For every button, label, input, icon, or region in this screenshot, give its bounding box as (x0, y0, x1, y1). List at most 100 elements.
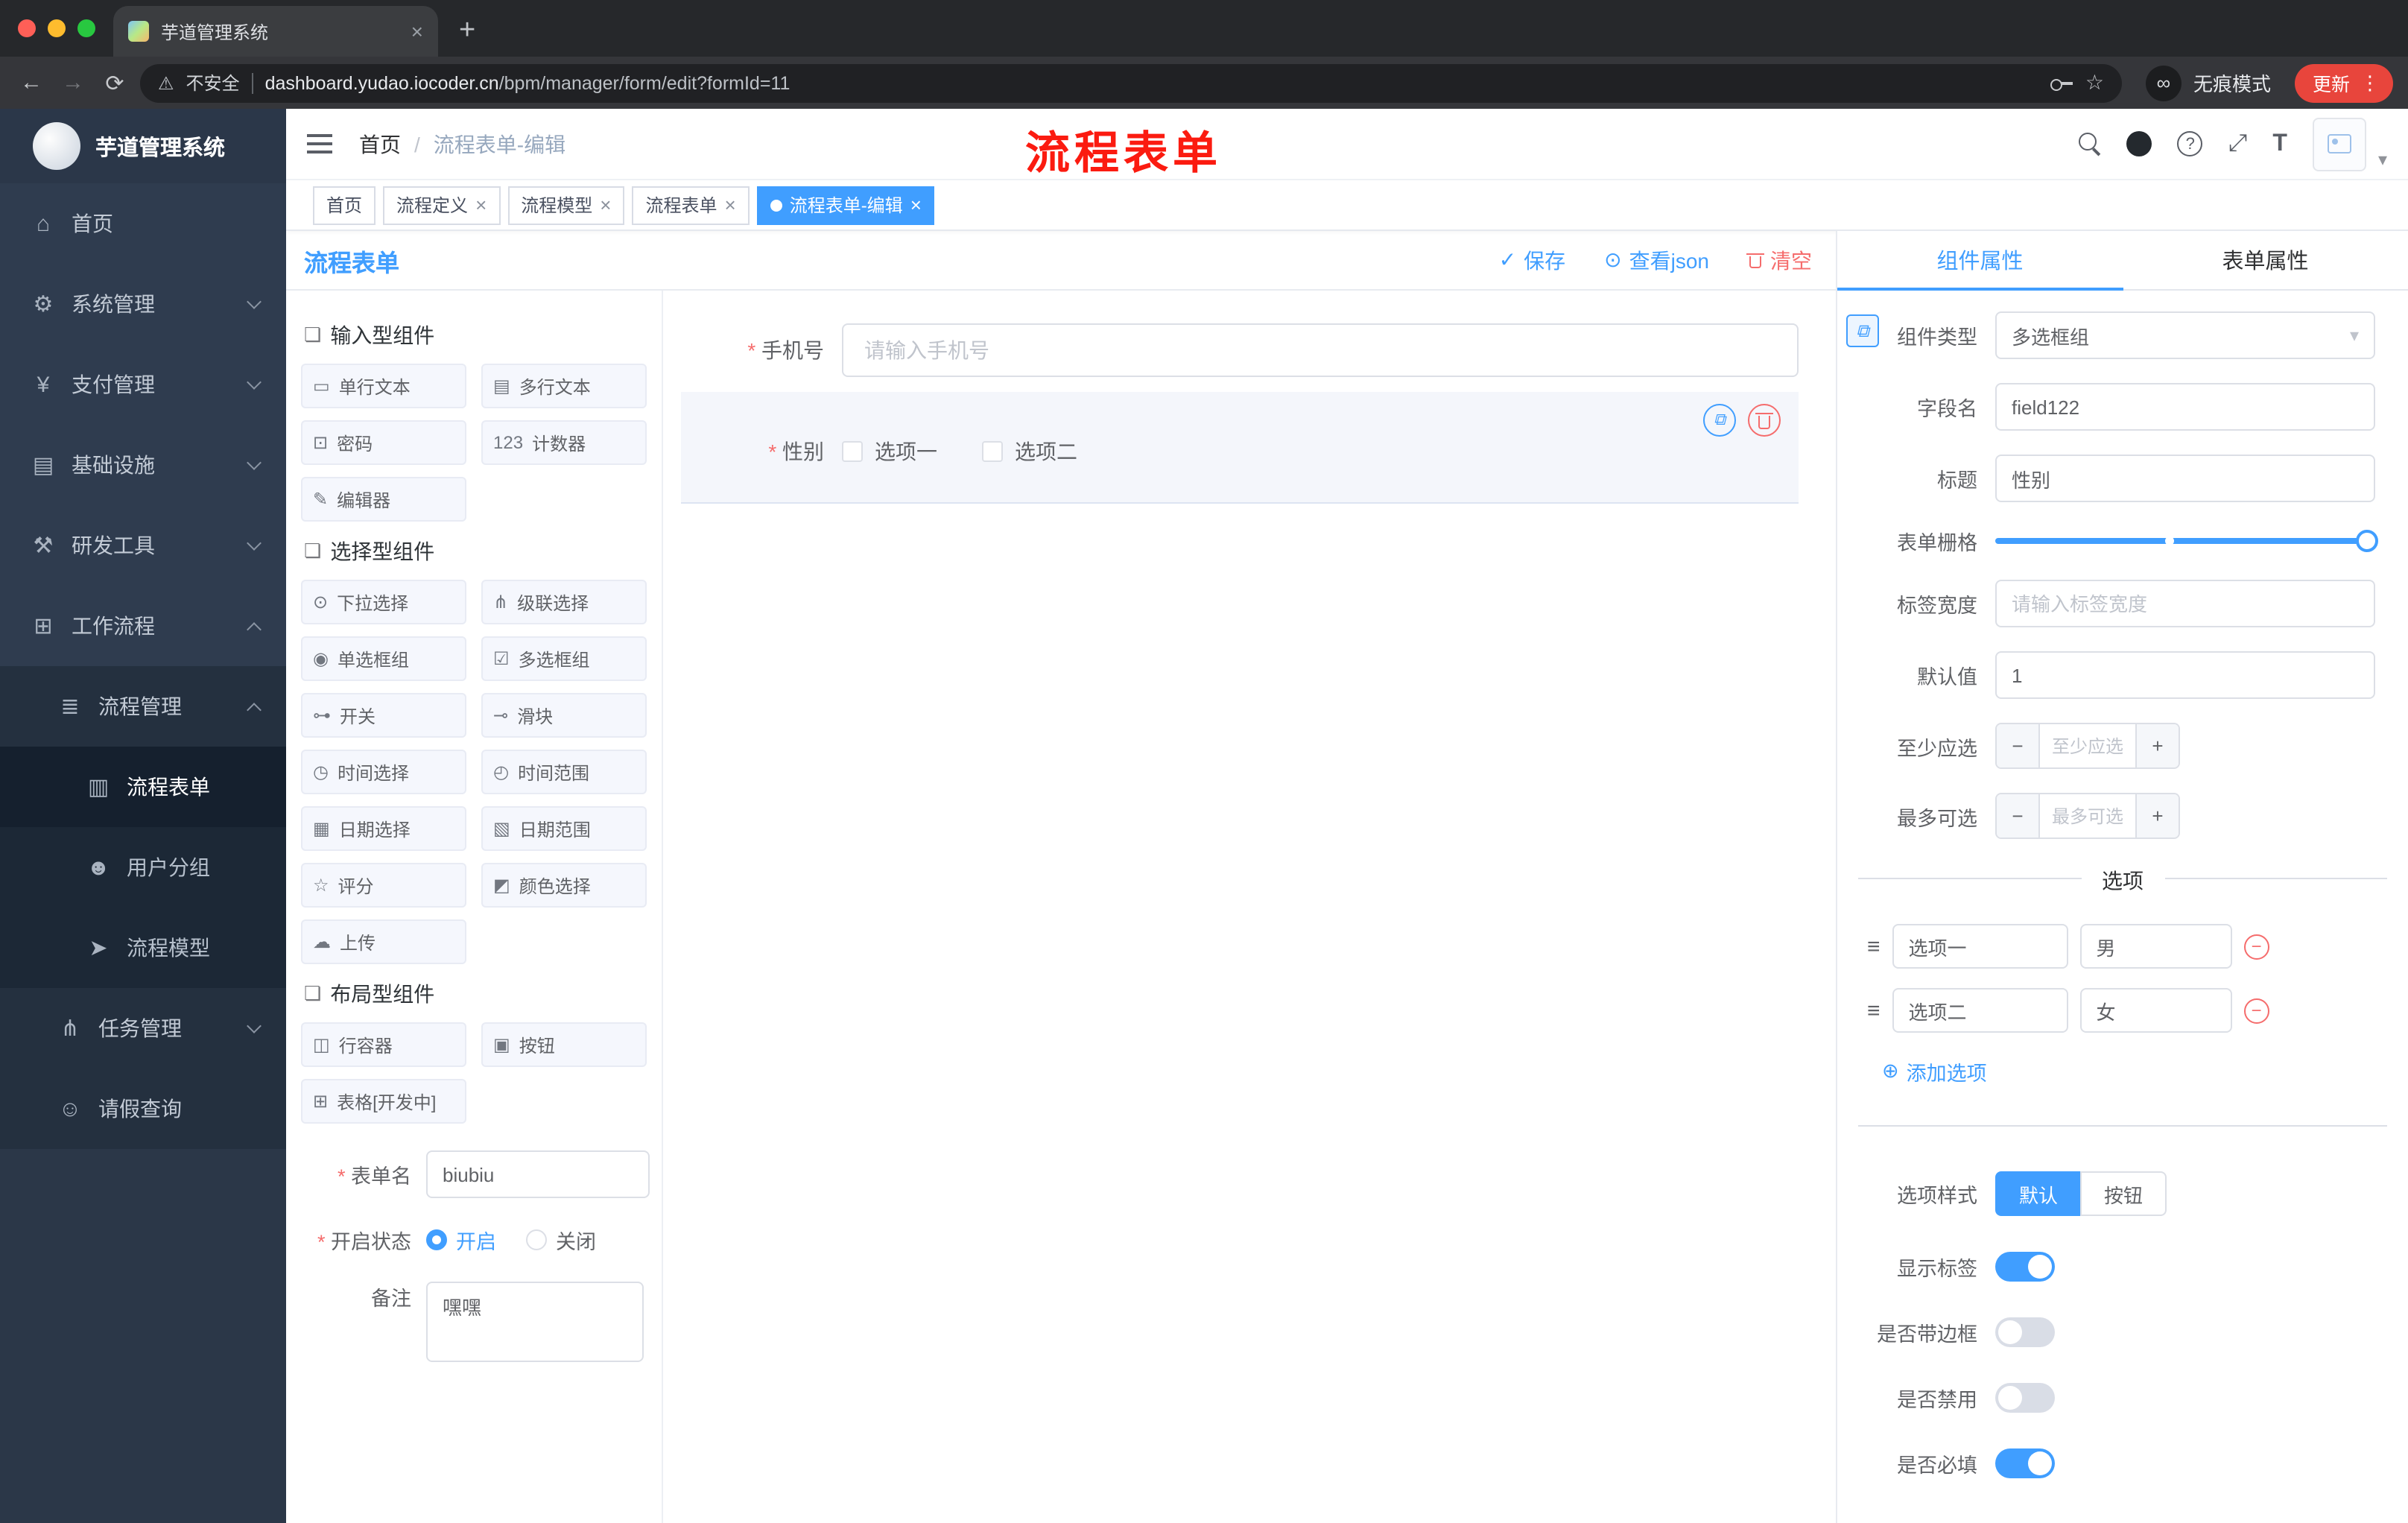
save-button[interactable]: ✓ 保存 (1499, 245, 1565, 275)
phone-input[interactable] (842, 323, 1799, 377)
sidebar-item-dev-tools[interactable]: ⚒ 研发工具 (0, 505, 286, 586)
palette-item-multi-line-text[interactable]: ▤ 多行文本 (481, 364, 647, 408)
option-value-input[interactable] (2079, 924, 2232, 969)
style-button-button[interactable]: 按钮 (2080, 1171, 2167, 1216)
bookmark-star-icon[interactable]: ☆ (2085, 70, 2104, 95)
avatar[interactable] (2312, 117, 2366, 171)
form-field-gender-selected[interactable]: ⧉ 性别 选项一 选项二 (681, 392, 1799, 504)
reload-button[interactable]: ⟳ (98, 69, 131, 96)
max-select-input[interactable] (2040, 794, 2135, 838)
copy-component-button[interactable]: ⧉ (1703, 404, 1736, 437)
field-name-input[interactable] (1995, 383, 2375, 431)
delete-component-button[interactable] (1748, 404, 1781, 437)
view-json-button[interactable]: ⊙ 查看json (1604, 245, 1709, 275)
palette-item-row-container[interactable]: ◫ 行容器 (301, 1022, 466, 1067)
avatar-caret-icon[interactable]: ▾ (2378, 148, 2387, 169)
palette-item-date-range[interactable]: ▧ 日期范围 (481, 806, 647, 851)
search-icon[interactable] (2079, 133, 2102, 155)
window-zoom-button[interactable] (77, 19, 95, 37)
form-canvas[interactable]: 手机号 ⧉ 性别 选项一 选项二 (663, 291, 1836, 1523)
palette-item-switch[interactable]: ⊶ 开关 (301, 693, 466, 738)
palette-item-single-line-text[interactable]: ▭ 单行文本 (301, 364, 466, 408)
option-label-input[interactable] (1892, 988, 2068, 1033)
form-field-phone[interactable]: 手机号 (681, 323, 1799, 377)
clear-button[interactable]: 清空 (1746, 245, 1812, 275)
status-on-radio[interactable]: 开启 (426, 1225, 496, 1255)
forward-button[interactable]: → (57, 70, 89, 95)
sidebar-item-process-model[interactable]: ➤ 流程模型 (0, 908, 286, 988)
sidebar-item-user-group[interactable]: ☻ 用户分组 (0, 827, 286, 908)
tag-home[interactable]: 首页 (313, 186, 376, 224)
fullscreen-icon[interactable]: ⤢ (2228, 130, 2248, 157)
palette-item-time-range[interactable]: ◴ 时间范围 (481, 750, 647, 794)
close-icon[interactable]: × (475, 194, 487, 216)
palette-item-password[interactable]: ⊡ 密码 (301, 420, 466, 465)
palette-item-button[interactable]: ▣ 按钮 (481, 1022, 647, 1067)
window-close-button[interactable] (18, 19, 36, 37)
doc-link-button[interactable]: ⧉ (1846, 314, 1879, 347)
palette-item-upload[interactable]: ☁ 上传 (301, 919, 466, 964)
option-value-input[interactable] (2079, 988, 2232, 1033)
tag-process-form[interactable]: 流程表单 × (632, 186, 750, 224)
component-type-select[interactable]: 多选框组 ▾ (1995, 311, 2375, 359)
label-width-input[interactable] (1995, 580, 2375, 627)
palette-item-rate[interactable]: ☆ 评分 (301, 863, 466, 908)
sidebar-item-process-mgmt[interactable]: ≣ 流程管理 (0, 666, 286, 747)
decrement-button[interactable]: − (1997, 724, 2040, 767)
status-off-radio[interactable]: 关闭 (526, 1225, 596, 1255)
url-text[interactable]: dashboard.yudao.iocoder.cn/bpm/manager/f… (265, 72, 2039, 93)
tab-form-props[interactable]: 表单属性 (2123, 231, 2408, 289)
option-label-input[interactable] (1892, 924, 2068, 969)
close-icon[interactable]: × (600, 194, 611, 216)
tag-process-definition[interactable]: 流程定义 × (383, 186, 501, 224)
hamburger-icon[interactable] (307, 134, 332, 153)
border-toggle[interactable] (1995, 1317, 2055, 1347)
back-button[interactable]: ← (15, 70, 48, 95)
font-size-icon[interactable]: T (2272, 130, 2287, 157)
slider-track[interactable] (1995, 530, 2378, 552)
sidebar-item-infrastructure[interactable]: ▤ 基础设施 (0, 425, 286, 505)
form-name-input[interactable] (426, 1150, 650, 1198)
form-grid-slider[interactable] (1995, 530, 2378, 552)
remark-textarea[interactable]: 嘿嘿 (426, 1282, 644, 1362)
new-tab-button[interactable]: + (459, 15, 475, 48)
disabled-toggle[interactable] (1995, 1383, 2055, 1413)
sidebar-item-system-mgmt[interactable]: ⚙ 系统管理 (0, 264, 286, 344)
tag-process-form-edit[interactable]: 流程表单-编辑 × (756, 186, 935, 224)
sidebar-item-workflow[interactable]: ⊞ 工作流程 (0, 586, 286, 666)
palette-item-color-picker[interactable]: ◩ 颜色选择 (481, 863, 647, 908)
palette-item-radio-group[interactable]: ◉ 单选框组 (301, 636, 466, 681)
sidebar-item-payment-mgmt[interactable]: ¥ 支付管理 (0, 344, 286, 425)
remove-option-button[interactable]: − (2243, 934, 2269, 959)
browser-tab[interactable]: 芋道管理系统 × (113, 6, 438, 57)
palette-item-date-picker[interactable]: ▦ 日期选择 (301, 806, 466, 851)
github-icon[interactable] (2126, 131, 2152, 156)
breadcrumb-home[interactable]: 首页 (359, 129, 401, 159)
palette-item-checkbox-group[interactable]: ☑ 多选框组 (481, 636, 647, 681)
title-input[interactable] (1995, 455, 2375, 502)
drag-handle-icon[interactable]: ≡ (1867, 934, 1881, 959)
window-minimize-button[interactable] (48, 19, 66, 37)
sidebar-item-process-form[interactable]: ▥ 流程表单 (0, 747, 286, 827)
password-key-icon[interactable] (2050, 74, 2073, 92)
style-default-button[interactable]: 默认 (1995, 1171, 2081, 1216)
app-logo[interactable]: 芋道管理系统 (0, 109, 286, 183)
min-select-input[interactable] (2040, 724, 2135, 767)
security-label[interactable]: 不安全 (186, 70, 240, 95)
url-bar[interactable]: ⚠ 不安全 dashboard.yudao.iocoder.cn/bpm/man… (140, 63, 2122, 102)
remove-option-button[interactable]: − (2243, 998, 2269, 1023)
browser-menu-icon[interactable]: ⋮ (2360, 71, 2380, 95)
slider-handle[interactable] (2356, 530, 2378, 552)
show-label-toggle[interactable] (1995, 1252, 2055, 1282)
palette-item-table[interactable]: ⊞ 表格[开发中] (301, 1079, 466, 1124)
increment-button[interactable]: + (2135, 724, 2179, 767)
close-icon[interactable]: × (910, 194, 922, 216)
sidebar-item-home[interactable]: ⌂ 首页 (0, 183, 286, 264)
update-button[interactable]: 更新 ⋮ (2294, 63, 2393, 102)
palette-item-slider[interactable]: ⊸ 滑块 (481, 693, 647, 738)
sidebar-item-leave-query[interactable]: ☺ 请假查询 (0, 1068, 286, 1149)
increment-button[interactable]: + (2135, 794, 2179, 838)
sidebar-item-task-mgmt[interactable]: ⋔ 任务管理 (0, 988, 286, 1068)
close-icon[interactable]: × (725, 194, 736, 216)
help-icon[interactable]: ? (2177, 131, 2203, 156)
